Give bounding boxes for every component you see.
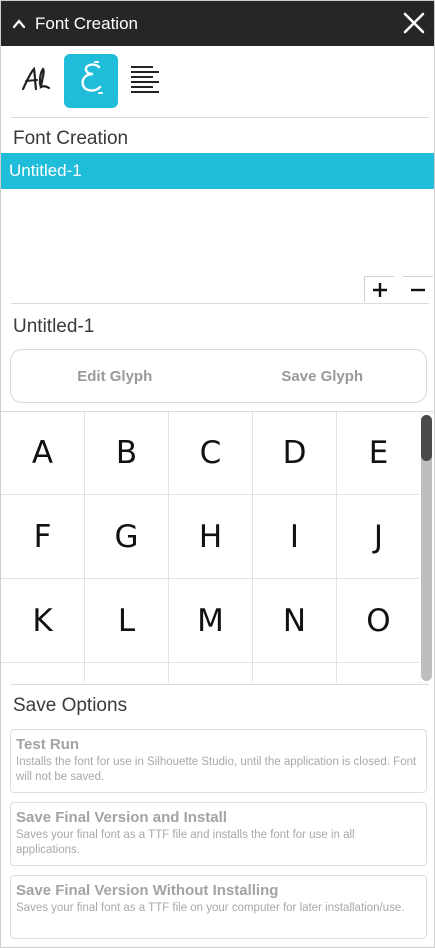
glyph-cell-h[interactable]: H xyxy=(169,495,253,579)
glyph-cell-k[interactable]: K xyxy=(1,579,85,663)
current-font-name: Untitled-1 xyxy=(13,316,95,337)
font-creation-panel: Font Creation Font Creation Untitled-1 U… xyxy=(0,0,435,948)
glyph-cell-m[interactable]: M xyxy=(169,579,253,663)
glyph-cell-o[interactable]: O xyxy=(337,579,421,663)
close-icon[interactable] xyxy=(402,11,426,35)
divider xyxy=(11,117,429,118)
glyph-cell-n[interactable]: N xyxy=(253,579,337,663)
glyph-cell-l[interactable]: L xyxy=(85,579,169,663)
option-title: Test Run xyxy=(16,736,80,753)
option-description: Installs the font for use in Silhouette … xyxy=(16,756,417,783)
scrollbar-track[interactable] xyxy=(421,415,432,681)
tab-font-styles[interactable] xyxy=(9,54,63,108)
font-list-item-selected[interactable]: Untitled-1 xyxy=(1,153,434,189)
save-without-installing-option[interactable]: Save Final Version Without Installing Sa… xyxy=(10,875,427,939)
glyph-action-group: Edit Glyph Save Glyph xyxy=(10,349,427,403)
minus-icon xyxy=(411,288,425,291)
save-glyph-button[interactable]: Save Glyph xyxy=(219,350,427,402)
glyph-cell-g[interactable]: G xyxy=(85,495,169,579)
panel-title: Font Creation xyxy=(35,13,138,33)
option-title: Save Final Version and Install xyxy=(16,809,227,826)
chevron-up-icon[interactable] xyxy=(12,17,26,31)
glyph-cell-b[interactable]: B xyxy=(85,411,169,495)
option-title: Save Final Version Without Installing xyxy=(16,882,279,899)
glyph-cell[interactable] xyxy=(253,663,337,683)
scrollbar-thumb[interactable] xyxy=(421,415,432,461)
font-list-heading: Font Creation xyxy=(13,128,129,149)
glyph-cell-i[interactable]: I xyxy=(253,495,337,579)
save-and-install-option[interactable]: Save Final Version and Install Saves you… xyxy=(10,802,427,866)
glyph-grid-scrollbar[interactable] xyxy=(419,413,433,681)
glyph-cell[interactable] xyxy=(337,663,421,683)
divider xyxy=(11,303,429,304)
save-options-heading: Save Options xyxy=(13,695,128,716)
glyph-cell-f[interactable]: F xyxy=(1,495,85,579)
panel-titlebar[interactable]: Font Creation xyxy=(1,1,434,46)
edit-glyph-button[interactable]: Edit Glyph xyxy=(11,350,219,402)
tab-text-align[interactable] xyxy=(118,54,172,108)
add-font-button[interactable] xyxy=(364,276,394,302)
glyph-cell[interactable] xyxy=(85,663,169,683)
glyph-cell[interactable] xyxy=(169,663,253,683)
glyph-cell[interactable] xyxy=(1,663,85,683)
divider xyxy=(11,684,429,685)
font-creation-icon xyxy=(75,60,107,102)
glyph-grid[interactable]: A B C D E F G H I J K L M N O xyxy=(1,411,434,683)
font-list[interactable]: Untitled-1 xyxy=(1,153,434,283)
tab-font-creation[interactable] xyxy=(64,54,118,108)
script-font-icon xyxy=(20,65,52,98)
glyph-cell-e[interactable]: E xyxy=(337,411,421,495)
glyph-cell-j[interactable]: J xyxy=(337,495,421,579)
plus-icon xyxy=(372,282,387,297)
remove-font-button[interactable] xyxy=(403,276,433,302)
glyph-cell-d[interactable]: D xyxy=(253,411,337,495)
align-lines-icon xyxy=(130,63,160,100)
tool-tabs xyxy=(1,51,434,111)
option-description: Saves your final font as a TTF file on y… xyxy=(16,902,405,914)
test-run-option[interactable]: Test Run Installs the font for use in Si… xyxy=(10,729,427,793)
glyph-cell-c[interactable]: C xyxy=(169,411,253,495)
glyph-cell-a[interactable]: A xyxy=(1,411,85,495)
option-description: Saves your final font as a TTF file and … xyxy=(16,829,355,856)
